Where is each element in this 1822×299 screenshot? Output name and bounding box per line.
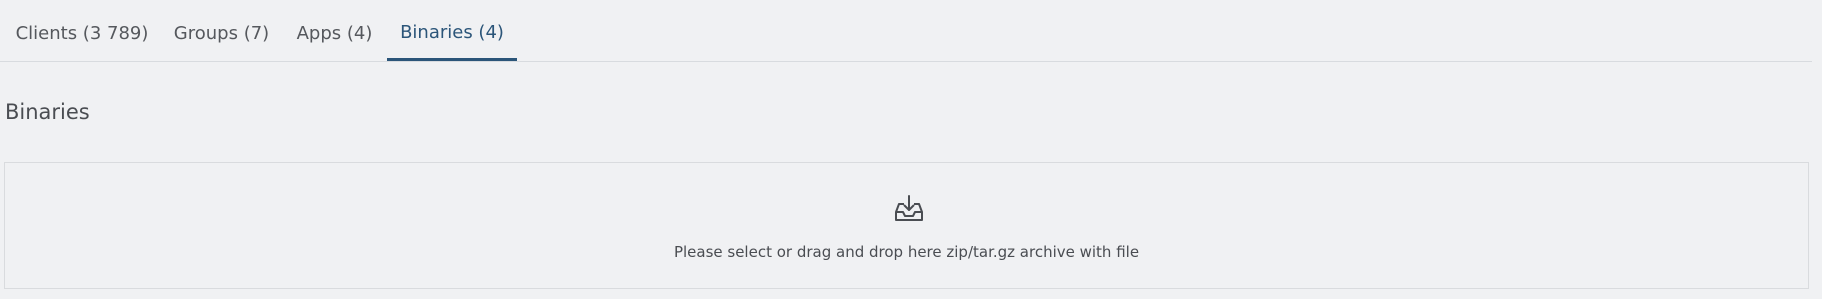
download-tray-icon [895, 195, 923, 221]
dropzone-instructions: Please select or drag and drop here zip/… [673, 243, 1140, 261]
tab-bar: Clients (3 789) Groups (7) Apps (4) Bina… [0, 0, 1812, 62]
page-title: Binaries [5, 100, 90, 124]
tab-apps[interactable]: Apps (4) [285, 0, 384, 61]
tab-binaries[interactable]: Binaries (4) [387, 0, 517, 61]
tab-clients[interactable]: Clients (3 789) [5, 0, 159, 61]
tab-groups[interactable]: Groups (7) [161, 0, 282, 61]
file-dropzone[interactable]: Please select or drag and drop here zip/… [4, 162, 1809, 289]
